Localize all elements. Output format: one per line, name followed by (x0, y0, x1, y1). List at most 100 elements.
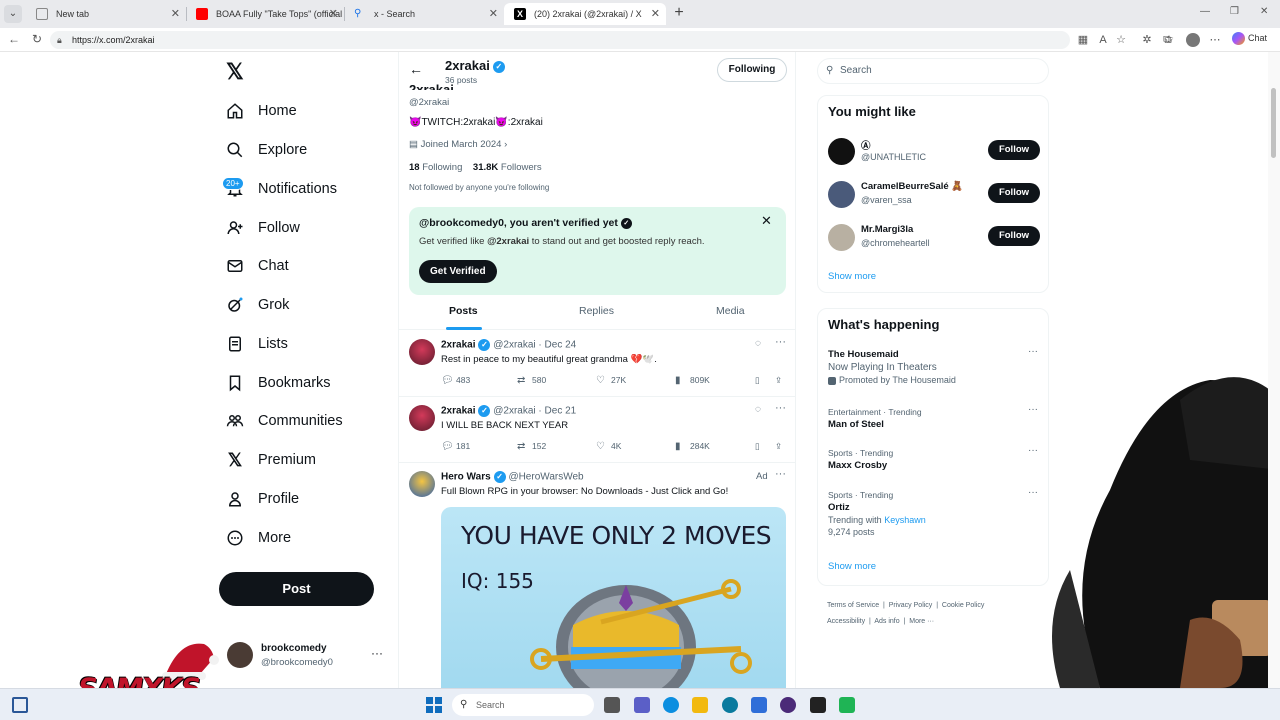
avatar[interactable] (409, 471, 435, 497)
scrollbar-thumb[interactable] (1271, 88, 1276, 158)
app-icon[interactable] (780, 697, 796, 713)
bookmark-icon[interactable]: ▯ (755, 375, 760, 386)
task-view-icon[interactable] (604, 697, 620, 713)
tweet[interactable]: 2xrakai ✓ @2xrakai · Dec 24 Rest in peace… (399, 331, 795, 397)
back-arrow-icon[interactable]: ← (409, 61, 423, 77)
more-options-icon[interactable]: ··· (1028, 346, 1038, 357)
trend-item[interactable]: The Housemaid Now Playing In Theaters Pr… (828, 346, 1040, 385)
trend-item[interactable]: Sports · Trending Maxx Crosby ··· (828, 445, 1040, 471)
minimize-icon[interactable]: — (1200, 6, 1210, 17)
url-field[interactable]: 🔒︎ https://x.com/2xrakai (50, 31, 1070, 49)
following-button[interactable]: Following (717, 58, 787, 82)
app-available-icon[interactable]: ▦ (1076, 33, 1090, 47)
app-icon[interactable] (810, 697, 826, 713)
app-icon[interactable] (839, 697, 855, 713)
back-icon[interactable]: ← (8, 32, 20, 46)
close-tab-icon[interactable]: ✕ (651, 3, 660, 25)
close-window-icon[interactable]: ✕ (1260, 6, 1268, 17)
more-options-icon[interactable]: ··· (775, 468, 786, 480)
follow-button[interactable]: Follow (988, 226, 1040, 246)
file-explorer-icon[interactable] (692, 697, 708, 713)
repost-button[interactable]: ⇄ 152 (517, 441, 546, 452)
nav-profile[interactable]: Profile (224, 485, 299, 513)
tab-posts[interactable]: Posts (449, 305, 478, 317)
like-button[interactable]: ♡ 27K (596, 375, 626, 386)
close-tab-icon[interactable]: ✕ (171, 3, 180, 25)
chevron-right-icon[interactable]: › (501, 139, 507, 150)
more-options-icon[interactable]: ··· (775, 336, 786, 348)
page-scrollbar[interactable] (1268, 52, 1280, 688)
nav-premium[interactable]: 𝕏 Premium (224, 446, 316, 474)
avatar[interactable] (409, 405, 435, 431)
browser-tab[interactable]: BOAA Fully "Take Tops" (official vi ✕ (186, 3, 344, 25)
suggestion-item[interactable]: Mr.Margi3la @chromeheartell Follow (828, 222, 1040, 254)
account-switcher[interactable]: brookcomedy @brookcomedy0 ··· (227, 640, 387, 672)
views-button[interactable]: ▮ 284K (675, 441, 710, 452)
nav-chat[interactable]: Chat (224, 252, 289, 280)
nav-follow[interactable]: Follow (224, 214, 300, 242)
nav-explore[interactable]: Explore (224, 136, 307, 164)
follow-button[interactable]: Follow (988, 140, 1040, 160)
start-icon[interactable] (426, 697, 442, 713)
site-info-icon[interactable]: 🔒︎ (57, 31, 62, 49)
close-icon[interactable]: ✕ (761, 213, 772, 229)
new-tab-button[interactable]: + (670, 4, 688, 22)
reply-button[interactable]: 💬︎ 483 (441, 375, 470, 386)
more-options-icon[interactable]: ··· (1028, 487, 1038, 498)
browser-tab-active[interactable]: X (20) 2xrakai (@2xrakai) / X ✕ (504, 3, 666, 25)
share-icon[interactable]: ⇪ (775, 441, 782, 452)
ad-image[interactable]: YOU HAVE ONLY 2 MOVES IQ: 155 (441, 507, 786, 688)
nav-more[interactable]: More (224, 524, 291, 552)
nav-grok[interactable]: Grok (224, 291, 289, 319)
settings-more-icon[interactable]: ⋯ (1208, 33, 1222, 47)
nav-bookmarks[interactable]: Bookmarks (224, 369, 331, 397)
share-icon[interactable]: ⇪ (775, 375, 782, 386)
close-tab-icon[interactable]: ✕ (489, 3, 498, 25)
get-verified-button[interactable]: Get Verified (419, 260, 497, 283)
grok-icon[interactable]: ◌ (755, 404, 761, 415)
trend-item[interactable]: Entertainment · Trending Man of Steel ··… (828, 404, 1040, 430)
nav-communities[interactable]: Communities (224, 407, 343, 435)
widgets-icon[interactable] (12, 697, 28, 713)
avatar[interactable] (828, 224, 855, 251)
tab-actions-menu[interactable]: ⌄ (4, 5, 22, 23)
tab-replies[interactable]: Replies (579, 305, 614, 317)
search-input[interactable]: ⚲ Search (817, 58, 1049, 84)
app-icon[interactable] (722, 697, 738, 713)
more-options-icon[interactable]: ··· (1028, 445, 1038, 456)
avatar[interactable] (1186, 33, 1200, 47)
following-link[interactable]: 18 Following (409, 162, 462, 173)
views-button[interactable]: ▮ 809K (675, 375, 710, 386)
browser-tab[interactable]: ⚲ x - Search ✕ (344, 3, 504, 25)
bookmark-icon[interactable]: ▯ (755, 441, 760, 452)
maximize-icon[interactable]: ❐ (1230, 6, 1239, 17)
browser-tab[interactable]: New tab ✕ (26, 3, 186, 25)
tab-media[interactable]: Media (716, 305, 745, 317)
favorites-icon[interactable]: ✩ (1162, 33, 1176, 47)
copilot-chat-button[interactable]: Chat (1232, 32, 1267, 45)
teams-icon[interactable] (634, 697, 650, 713)
close-tab-icon[interactable]: ✕ (329, 3, 338, 25)
avatar[interactable] (828, 181, 855, 208)
reply-button[interactable]: 💬︎ 181 (441, 441, 470, 452)
show-more-link[interactable]: Show more (828, 271, 876, 282)
avatar[interactable] (409, 339, 435, 365)
read-aloud-icon[interactable]: A (1096, 33, 1110, 47)
extensions-icon[interactable]: ✲ (1140, 33, 1154, 47)
suggestion-item[interactable]: CaramelBeurreSalé 🧸 @varen_ssa Follow (828, 179, 1040, 211)
followers-link[interactable]: 31.8K Followers (473, 162, 542, 173)
nav-lists[interactable]: Lists (224, 330, 288, 358)
show-more-link[interactable]: Show more (828, 561, 876, 572)
more-options-icon[interactable]: ··· (775, 402, 786, 414)
avatar[interactable] (828, 138, 855, 165)
taskbar-search-input[interactable]: ⚲ Search (452, 694, 594, 716)
suggestion-item[interactable]: Ⓐ @UNATHLETIC Follow (828, 136, 1040, 168)
more-options-icon[interactable]: ··· (1028, 404, 1038, 415)
trend-item[interactable]: Sports · Trending Ortiz Trending with Ke… (828, 487, 1040, 537)
tweet[interactable]: 2xrakai ✓ @2xrakai · Dec 21 I WILL BE BAC… (399, 397, 795, 463)
repost-button[interactable]: ⇄ 580 (517, 375, 546, 386)
edge-icon[interactable] (663, 697, 679, 713)
x-logo-icon[interactable]: 𝕏 (226, 61, 248, 83)
follow-button[interactable]: Follow (988, 183, 1040, 203)
post-button[interactable]: Post (219, 572, 374, 606)
